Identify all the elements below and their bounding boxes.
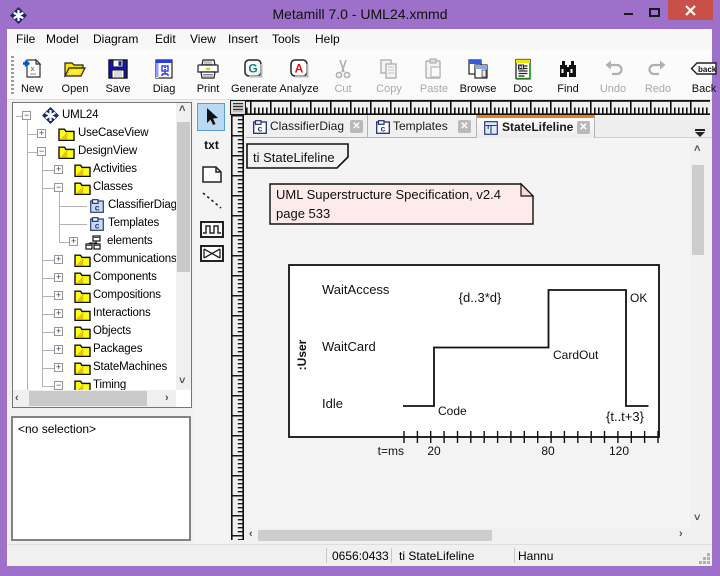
svg-text:OK: OK [630,291,647,305]
svg-text:c: c [258,124,263,134]
svg-text:c: c [381,124,386,134]
svg-text:{t..t+3}: {t..t+3} [606,409,645,424]
svg-text:ti StateLifeline: ti StateLifeline [253,150,335,165]
svg-text:20: 20 [427,444,441,458]
svg-text:UML Superstructure Specificati: UML Superstructure Specification, v2.4 [276,187,501,202]
svg-text:{d..3*d}: {d..3*d} [459,290,502,305]
svg-text:A: A [295,62,304,76]
svg-text:t=ms: t=ms [378,444,404,458]
svg-text:Code: Code [438,404,467,418]
svg-text:G: G [248,62,257,76]
svg-text:page 533: page 533 [276,206,330,221]
svg-text:120: 120 [609,444,629,458]
svg-text:WaitCard: WaitCard [322,339,376,354]
svg-text:80: 80 [541,444,555,458]
svg-text:CardOut: CardOut [553,348,599,362]
svg-text:WaitAccess: WaitAccess [322,282,390,297]
svg-text:Idle: Idle [322,396,343,411]
svg-text:back: back [698,65,717,74]
svg-text::User: :User [295,339,309,370]
